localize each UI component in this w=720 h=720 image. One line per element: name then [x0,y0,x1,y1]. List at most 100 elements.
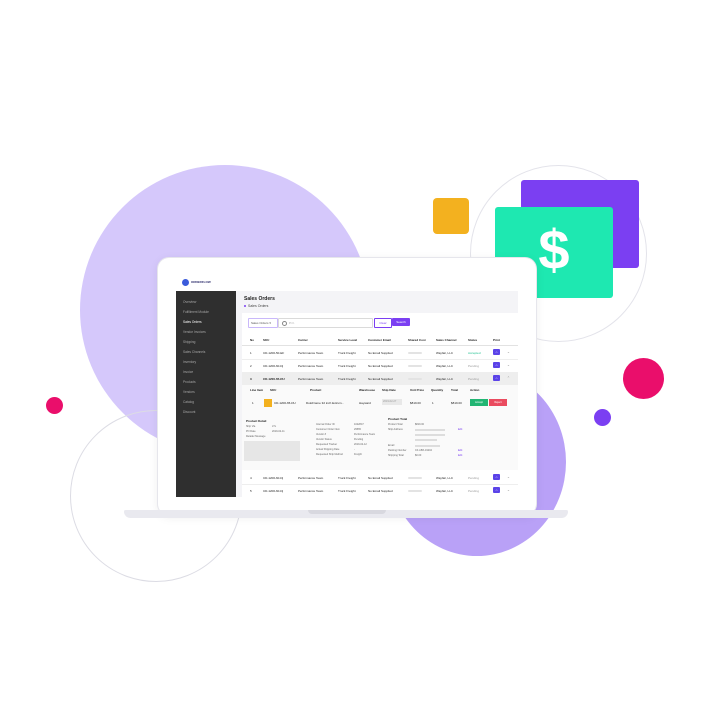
pt-value: $819.00 [415,423,425,426]
print-icon[interactable]: ⌂ [493,474,500,480]
table-row-selected[interactable]: 3 CD-1200-65-DU Performance Team Truck F… [242,372,518,386]
status-badge: Pending [468,476,480,480]
search-icon [282,320,287,326]
dcol-action: Action [470,388,480,392]
col-shared-cost[interactable]: Shared Cost [408,338,426,342]
col-sku[interactable]: SKU [263,338,269,342]
dcol-product: Product [310,388,322,392]
pd-retailer-message-label: Retailer Message [246,435,266,438]
product-detail-title: Product Detail [246,419,267,423]
status-badge: Pending [468,377,480,381]
pd-po-date-label: PO Date [246,430,256,433]
row-sku: CD-1200-60-Dj [263,476,284,480]
col-sales-channel[interactable]: Sales Channel [436,338,457,342]
order-type-select[interactable]: Sales Orders ▾ [248,318,278,328]
oi-label: Internal Order ID [316,423,335,426]
row-email: No Email Supplied [368,489,393,493]
line-warehouse: Hayward [359,401,371,405]
col-service-level[interactable]: Service Level [338,338,357,342]
chevron-up-icon[interactable]: ⌃ [507,376,510,380]
table-row[interactable]: 4 CD-1200-60-Dj Performance Team Truck F… [242,471,518,485]
col-no[interactable]: No [250,338,254,342]
row-email: No Email Supplied [368,476,393,480]
pt-label: Shipping Total [388,454,404,457]
oi-value: Pending [354,438,364,441]
row-no: 3 [250,377,252,381]
sidebar-item-vendors[interactable]: Vendors [183,390,195,394]
line-quantity: 1 [432,401,434,405]
sidebar-item-products[interactable]: Products [183,380,196,384]
row-carrier: Performance Team [298,489,324,493]
row-email: No Email Supplied [368,364,393,368]
sidebar-item-shipping[interactable]: Shipping [183,340,195,344]
chevron-down-icon[interactable]: ⌄ [507,475,510,479]
row-shared-cost-placeholder [408,365,422,367]
chevron-down-icon[interactable]: ⌄ [507,350,510,354]
oi-value: - [354,448,355,451]
reject-button[interactable]: Reject [489,399,507,406]
product-thumbnail [264,399,272,407]
edit-link[interactable]: Edit [458,449,462,452]
sidebar-item-overview[interactable]: Overview [183,300,196,304]
accept-button[interactable]: Accept [470,399,488,406]
table-row[interactable]: 1 CD-1200-50-EF Performance Team Truck F… [242,346,518,360]
purple-dot [594,409,611,426]
search-input[interactable]: P.O. [278,318,373,328]
print-icon[interactable]: ⌂ [493,349,500,355]
oi-label: Customer Order Num [316,428,340,431]
print-icon[interactable]: ⌂ [493,487,500,493]
row-shared-cost-placeholder [408,352,422,354]
edit-link[interactable]: Edit [458,454,462,457]
row-service: Truck Freight [338,476,356,480]
clear-button[interactable]: Clear [374,318,392,328]
pd-po-date-value: 2019-02-11 [272,430,285,433]
ship-address-line [415,439,437,441]
pt-label: Email [388,444,395,447]
print-icon[interactable]: ⌂ [493,375,500,381]
product-total-title: Product Total [388,417,408,421]
row-no: 4 [250,476,252,480]
row-email: No Email Supplied [368,351,393,355]
oi-value: 1022847 [354,423,364,426]
print-icon[interactable]: ⌂ [493,362,500,368]
row-email: No Email Supplied [368,377,393,381]
yellow-square [433,198,469,234]
main-content: Sales Orders Sales Orders Sales Orders ▾… [236,291,518,497]
ship-date-input[interactable]: 2019-02-27 [382,399,402,405]
dcol-sku: SKU [270,388,277,392]
sidebar-item-discount[interactable]: Discount [183,410,195,414]
sidebar-item-invoice[interactable]: Invoice [183,370,193,374]
ship-address-line [415,429,445,431]
chevron-down-icon[interactable]: ⌄ [507,488,510,492]
pt-value: CF-ABX-19204 [415,449,432,452]
col-carrier[interactable]: Carrier [298,338,308,342]
chevron-down-icon[interactable]: ⌄ [507,363,510,367]
col-print[interactable]: Print [493,338,500,342]
pt-label: Packing Number [388,449,407,452]
line-no: 1 [252,401,254,405]
sidebar-item-vendor-invoices[interactable]: Vendor Invoices [183,330,206,334]
sidebar-item-sales-channels[interactable]: Sales Channels [183,350,205,354]
col-status[interactable]: Status [468,338,477,342]
retailer-message-box [244,441,300,461]
pd-ship-via-label: Ship Via [246,425,256,428]
oi-value: 29565 [354,428,361,431]
table-row[interactable]: 2 CD-1200-60-Dj Performance Team Truck F… [242,359,518,373]
sidebar-item-sales-orders[interactable]: Sales Orders [183,320,202,324]
oi-value: Freight [354,453,362,456]
row-carrier: Performance Team [298,377,324,381]
row-carrier: Performance Team [298,476,324,480]
line-total: $819.00 [451,401,462,405]
line-sku: CD-1200-65-DU [274,401,296,405]
sidebar-item-inventory[interactable]: Inventory [183,360,196,364]
table-row[interactable]: 5 CD-1200-60-Dj Performance Team Truck F… [242,484,518,497]
search-button[interactable]: Search [392,318,410,326]
pt-label: Ship Address [388,428,403,431]
breadcrumb[interactable]: Sales Orders [248,304,268,308]
col-customer-email[interactable]: Customer Email [368,338,391,342]
sidebar-item-fulfillment[interactable]: Fulfillment Module [183,310,209,314]
edit-link[interactable]: Edit [458,428,462,431]
pink-dot-large [623,358,664,399]
logo-text: ORDERFLOW [191,280,211,284]
sidebar-item-catalog[interactable]: Catalog [183,400,194,404]
